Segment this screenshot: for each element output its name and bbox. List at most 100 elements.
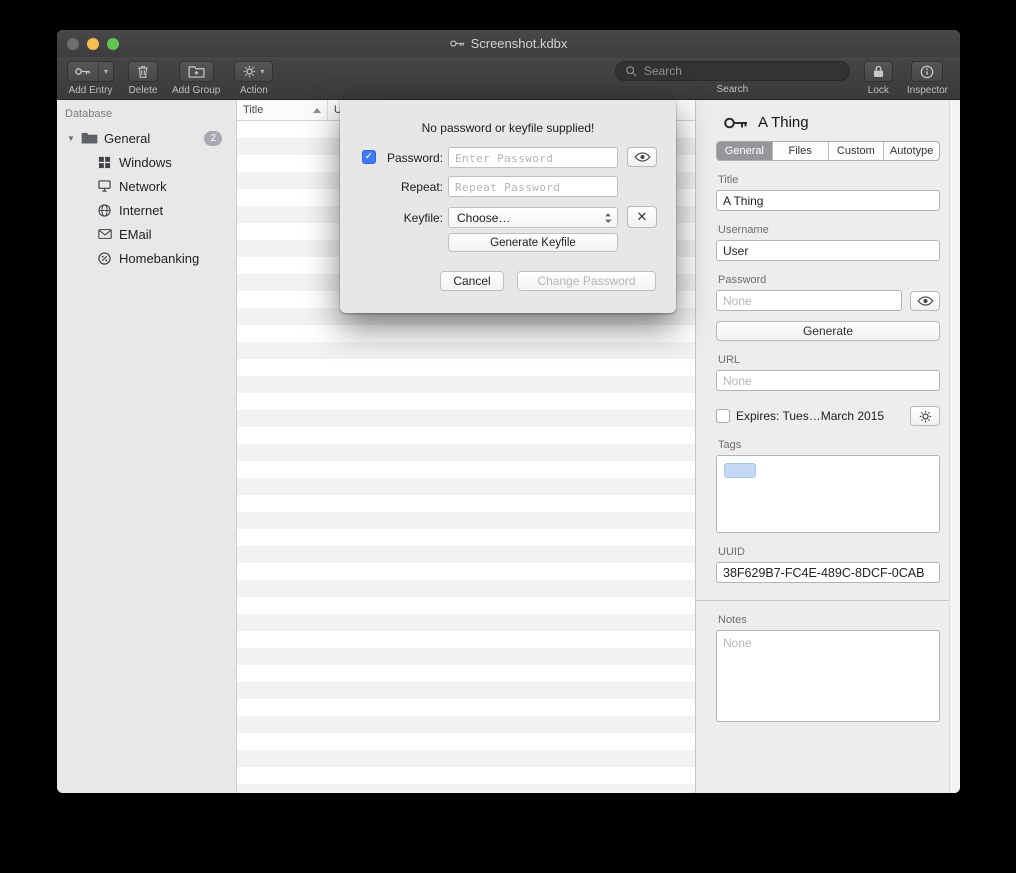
add-entry-label: Add Entry [69,85,113,96]
tags-field[interactable] [716,455,940,533]
notes-field[interactable] [716,630,940,722]
lock-icon [873,65,884,78]
sidebar-item-label: Network [119,179,167,194]
repeat-input[interactable] [448,176,618,197]
sidebar-group-label: General [104,131,150,146]
show-password-button[interactable] [627,147,657,167]
clear-x-icon: ✕ [637,209,648,225]
sidebar-group-general[interactable]: ▼ General 2 [57,126,236,150]
delete-button[interactable] [128,61,158,82]
search-icon [625,65,637,77]
entry-key-icon [724,116,748,130]
username-field-label: Username [718,224,940,236]
url-field[interactable] [716,370,940,391]
envelope-icon [95,229,114,239]
search-label: Search [717,84,749,95]
add-entry-dropdown-arrow[interactable]: ▾ [98,62,113,81]
password-row [716,290,940,311]
password-field[interactable] [716,290,902,311]
action-button[interactable]: ▾ [234,61,273,82]
expires-row: Expires: Tues…March 2015 [716,406,940,426]
coin-percent-icon [95,252,114,265]
folder-icon [80,132,99,144]
expires-checkbox[interactable] [716,409,730,423]
notes-field-label: Notes [718,614,940,626]
lock-button[interactable] [864,61,893,82]
toolbar: ▾ Add Entry Delete Add Group [57,57,960,100]
action-label: Action [240,85,268,96]
popup-stepper-icon [604,212,612,224]
expires-settings-button[interactable] [910,406,940,426]
inspector-button[interactable] [911,61,943,82]
keyfile-popup[interactable]: Choose… [448,207,618,228]
uuid-field[interactable] [716,562,940,583]
close-button[interactable] [67,38,79,50]
network-icon [95,180,114,192]
search-field[interactable] [615,61,850,81]
tab-general[interactable]: General [717,142,773,160]
toolbar-add-group: Add Group [172,61,220,96]
uuid-field-label: UUID [718,546,940,558]
entry-count-badge: 2 [204,131,222,146]
inspector-scrollbar[interactable] [949,100,960,793]
trash-icon [137,65,149,79]
clear-keyfile-button[interactable]: ✕ [627,206,657,228]
title-field[interactable] [716,190,940,211]
document-key-icon [450,39,465,48]
tag-chip[interactable] [724,463,756,478]
section-divider [696,600,960,601]
search-input[interactable] [642,63,840,79]
toolbar-delete: Delete [128,61,158,96]
toolbar-inspector: Inspector [907,61,948,96]
traffic-lights [67,38,119,50]
keyfile-value: Choose… [457,211,510,225]
url-field-label: URL [718,354,940,366]
tags-field-label: Tags [718,439,940,451]
tab-files[interactable]: Files [773,142,829,160]
keyfile-label: Keyfile: [340,211,443,225]
tab-custom[interactable]: Custom [829,142,885,160]
minimize-button[interactable] [87,38,99,50]
sidebar: Database ▼ General 2 Windows Network [57,100,237,793]
add-entry-button[interactable]: ▾ [67,61,114,82]
username-field[interactable] [716,240,940,261]
tab-autotype[interactable]: Autotype [884,142,939,160]
repeat-label: Repeat: [340,180,443,194]
generate-password-button[interactable]: Generate [716,321,940,341]
column-title-label: Title [243,104,263,116]
gear-icon [919,410,932,423]
action-dropdown-arrow: ▾ [260,67,264,76]
disclosure-triangle-icon[interactable]: ▼ [67,134,80,143]
titlebar[interactable]: Screenshot.kdbx [57,30,960,57]
change-password-button[interactable]: Change Password [517,271,656,291]
cancel-button[interactable]: Cancel [440,271,504,291]
zoom-button[interactable] [107,38,119,50]
folder-plus-icon [188,65,205,78]
expires-label: Expires: Tues…March 2015 [736,409,904,423]
sidebar-item-email[interactable]: EMail [57,222,236,246]
entry-title: A Thing [758,114,809,131]
password-input[interactable] [448,147,618,168]
sidebar-item-network[interactable]: Network [57,174,236,198]
toolbar-search: Search [615,61,850,95]
change-password-sheet: No password or keyfile supplied! Passwor… [340,100,676,313]
delete-label: Delete [129,85,158,96]
sidebar-item-windows[interactable]: Windows [57,150,236,174]
generate-keyfile-button[interactable]: Generate Keyfile [448,233,618,252]
eye-icon [917,296,934,306]
inspector-tabs: General Files Custom Autotype [716,141,940,161]
toolbar-lock: Lock [864,61,893,96]
sidebar-item-homebanking[interactable]: Homebanking [57,246,236,270]
app-window: Screenshot.kdbx ▾ Add Entry Delete [57,30,960,793]
add-group-button[interactable] [179,61,214,82]
toolbar-add-entry: ▾ Add Entry [67,61,114,96]
reveal-password-button[interactable] [910,291,940,311]
sidebar-item-internet[interactable]: Internet [57,198,236,222]
eye-icon [634,152,651,162]
sidebar-item-label: Internet [119,203,163,218]
column-header-title[interactable]: Title [237,100,328,120]
inspector-panel: A Thing General Files Custom Autotype Ti… [695,100,960,793]
inspector-label: Inspector [907,85,948,96]
inspector-header: A Thing [716,112,940,141]
globe-icon [95,204,114,217]
